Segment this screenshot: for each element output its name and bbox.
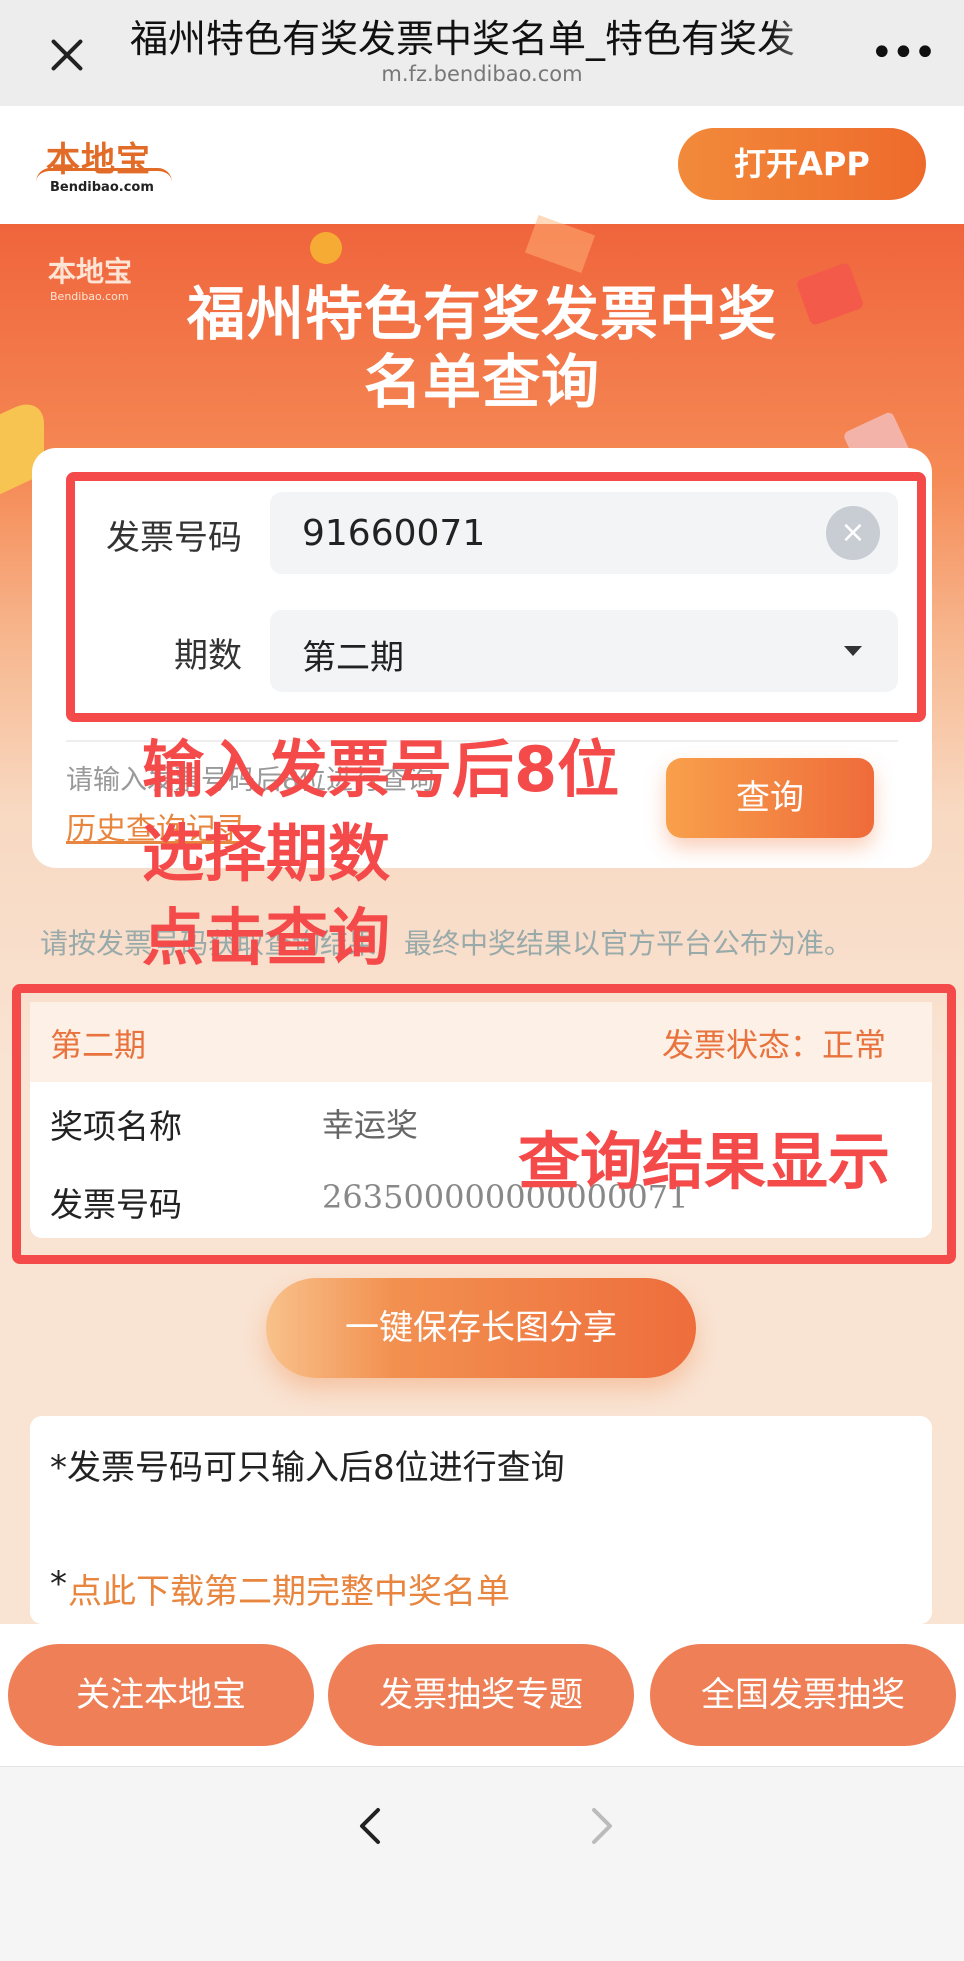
hero-logo-text: 本地宝 — [48, 255, 133, 288]
national-invoice-lottery-button[interactable]: 全国发票抽奖 — [650, 1644, 956, 1746]
hero-title-line2: 名单查询 — [363, 348, 600, 416]
hero-title: 福州特色有奖发票中奖 名单查询 — [140, 280, 824, 416]
forward-arrow-icon[interactable] — [582, 1806, 622, 1846]
bendibao-logo[interactable]: 本地宝 Bendibao.com — [36, 132, 176, 202]
annotation-step1: 输入发票号后8位 — [142, 733, 620, 806]
annotation-step2: 选择期数 — [142, 817, 391, 890]
tip-star: * — [50, 1564, 67, 1604]
hero-logo-subtext: Bendibao.com — [50, 290, 129, 303]
query-button[interactable]: 查询 — [666, 758, 874, 838]
annotation-result: 查询结果显示 — [518, 1125, 891, 1198]
browser-nav-bar — [0, 1766, 964, 1961]
annotation-step3: 点击查询 — [142, 901, 391, 974]
save-long-image-button[interactable]: 一键保存长图分享 — [266, 1278, 696, 1378]
page-url: m.fz.bendibao.com — [381, 62, 583, 86]
invoice-lottery-topic-button[interactable]: 发票抽奖专题 — [328, 1644, 634, 1746]
logo-subtext: Bendibao.com — [50, 180, 154, 195]
hero-title-line1: 福州特色有奖发票中奖 — [186, 280, 777, 348]
back-arrow-icon[interactable] — [350, 1806, 390, 1846]
coin-icon — [310, 232, 342, 264]
annotation-box-form — [66, 472, 926, 722]
hero-logo: 本地宝 Bendibao.com — [36, 250, 156, 310]
more-options-icon[interactable]: ••• — [870, 28, 937, 78]
follow-bendibao-button[interactable]: 关注本地宝 — [8, 1644, 314, 1746]
tip-text: *发票号码可只输入后8位进行查询 — [50, 1448, 565, 1488]
open-app-button[interactable]: 打开APP — [678, 128, 926, 200]
download-list-link[interactable]: 点此下载第二期完整中奖名单 — [68, 1564, 510, 1613]
page-title: 福州特色有奖发票中奖名单_特色有奖发 — [130, 17, 796, 61]
close-icon[interactable] — [42, 30, 92, 80]
